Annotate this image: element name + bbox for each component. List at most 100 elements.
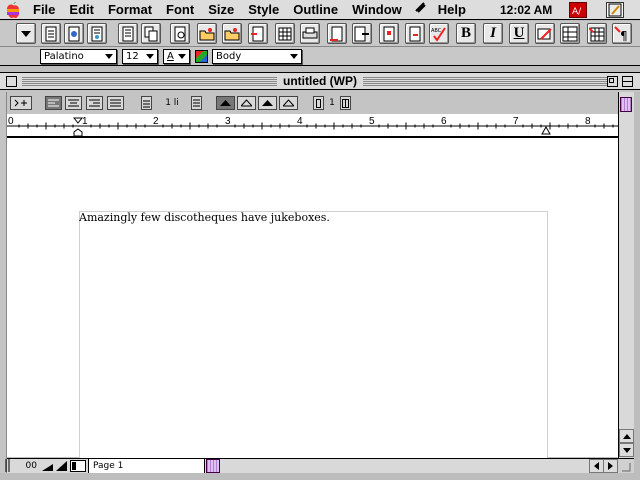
- space-below-button[interactable]: [279, 96, 298, 110]
- align-center-button[interactable]: [65, 96, 82, 110]
- insert-file-button[interactable]: [248, 23, 268, 44]
- window-title: untitled (WP): [277, 74, 363, 88]
- line-spacing-value: 1 li: [165, 98, 179, 108]
- scroll-right-icon[interactable]: [603, 459, 618, 473]
- horizontal-scroll-thumb[interactable]: [206, 459, 220, 473]
- window-bottom-frame: [0, 473, 640, 480]
- ruler[interactable]: 0 1 2 3 4 5 6 7 8: [7, 114, 618, 138]
- text-color-dropdown[interactable]: A: [163, 49, 190, 64]
- button-bar-menu-button[interactable]: [16, 23, 36, 44]
- space-before-button[interactable]: [216, 96, 235, 110]
- zoom-out-icon[interactable]: [41, 460, 54, 472]
- appleworks-app-icon[interactable]: A/: [569, 2, 587, 18]
- scroll-left-icon[interactable]: [589, 459, 604, 473]
- menu-style[interactable]: Style: [241, 0, 286, 20]
- notepad-icon[interactable]: [606, 2, 624, 18]
- font-value: Palatino: [44, 51, 84, 62]
- insert-footnote-button[interactable]: [405, 23, 425, 44]
- help-balloon-icon[interactable]: [409, 0, 431, 20]
- insert-table-button[interactable]: [560, 23, 580, 44]
- mail-button[interactable]: [327, 23, 347, 44]
- style-dropdown[interactable]: Body: [212, 49, 302, 64]
- menu-font[interactable]: Font: [159, 0, 201, 20]
- align-right-button[interactable]: [86, 96, 103, 110]
- print-preview-button[interactable]: [170, 23, 190, 44]
- menu-clock[interactable]: 12:02 AM: [500, 0, 552, 20]
- copy-button[interactable]: [141, 23, 161, 44]
- italic-button[interactable]: I: [483, 23, 503, 44]
- columns-increase-icon[interactable]: [340, 96, 351, 110]
- bold-button[interactable]: B: [456, 23, 476, 44]
- tab-stop-icon[interactable]: [10, 96, 32, 110]
- print-button[interactable]: [300, 23, 320, 44]
- spell-check-button[interactable]: ABC: [429, 23, 449, 44]
- font-dropdown[interactable]: Palatino: [40, 49, 117, 64]
- left-indent-marker-icon[interactable]: [73, 117, 84, 137]
- svg-text:ABC: ABC: [431, 28, 442, 34]
- insert-page-break-button[interactable]: [379, 23, 399, 44]
- columns-decrease-icon[interactable]: [313, 96, 324, 110]
- open-folder-button[interactable]: [197, 23, 217, 44]
- menu-size[interactable]: Size: [201, 0, 241, 20]
- zoom-level[interactable]: 00: [11, 459, 39, 473]
- insert-page-button[interactable]: [118, 23, 138, 44]
- svg-text:A/: A/: [572, 7, 582, 16]
- page-indicator[interactable]: Page 1: [88, 459, 205, 473]
- open-document-button[interactable]: [64, 23, 84, 44]
- ruler-mark-7: 7: [513, 116, 519, 127]
- ruler-tools-bar: 1 li 1: [7, 92, 618, 114]
- menu-bar: File Edit Format Font Size Style Outline…: [0, 0, 640, 20]
- paragraph-marks-button[interactable]: ¶: [612, 23, 632, 44]
- ruler-mark-3: 3: [225, 116, 231, 127]
- line-spacing-increase-icon[interactable]: [191, 96, 202, 110]
- size-dropdown[interactable]: 12: [122, 49, 158, 64]
- pane-view-icon[interactable]: [70, 460, 86, 472]
- save-document-button[interactable]: [87, 23, 107, 44]
- text-color-value: A: [167, 51, 174, 62]
- zoom-in-icon[interactable]: [55, 460, 68, 472]
- vertical-scrollbar[interactable]: [618, 92, 634, 458]
- underline-button[interactable]: U: [509, 23, 529, 44]
- window-title-bar[interactable]: untitled (WP): [0, 72, 640, 90]
- collapse-box-icon[interactable]: [622, 76, 633, 87]
- insert-spreadsheet-button[interactable]: [587, 23, 607, 44]
- vertical-scroll-thumb[interactable]: [620, 97, 632, 112]
- horizontal-scroll-track[interactable]: [205, 459, 603, 473]
- ruler-mark-8: 8: [585, 116, 591, 127]
- mail-merge-button[interactable]: [352, 23, 372, 44]
- button-bar: ABC B I U ¶: [0, 21, 640, 47]
- apple-icon[interactable]: [0, 1, 26, 19]
- size-value: 12: [126, 51, 139, 62]
- document-text[interactable]: Amazingly few discotheques have jukeboxe…: [79, 211, 330, 224]
- zoom-box-icon[interactable]: [607, 76, 618, 87]
- split-handle-icon[interactable]: [2, 458, 12, 473]
- menu-edit[interactable]: Edit: [62, 0, 101, 20]
- ruler-ticks: [7, 122, 618, 130]
- ruler-mark-2: 2: [153, 116, 159, 127]
- line-spacing-decrease-icon[interactable]: [141, 96, 152, 110]
- color-palette-icon[interactable]: [195, 50, 208, 63]
- table-button[interactable]: [275, 23, 295, 44]
- menu-format[interactable]: Format: [101, 0, 159, 20]
- space-above-button[interactable]: [258, 96, 277, 110]
- svg-text:¶: ¶: [620, 29, 628, 42]
- scroll-up-icon[interactable]: [619, 429, 634, 443]
- menu-file[interactable]: File: [26, 0, 62, 20]
- resize-grip-icon[interactable]: [618, 459, 634, 473]
- align-left-button[interactable]: [45, 96, 62, 110]
- justify-button[interactable]: [107, 96, 124, 110]
- menu-window[interactable]: Window: [345, 0, 409, 20]
- scroll-down-icon[interactable]: [619, 443, 634, 457]
- menu-help[interactable]: Help: [431, 0, 473, 20]
- ruler-mark-6: 6: [441, 116, 447, 127]
- new-document-button[interactable]: [41, 23, 61, 44]
- right-indent-marker-icon[interactable]: [541, 126, 552, 135]
- thesaurus-button[interactable]: [535, 23, 555, 44]
- format-bar: Palatino 12 A Body: [0, 47, 640, 66]
- columns-value: 1: [329, 98, 335, 108]
- ruler-mark-0: 0: [8, 116, 14, 127]
- space-after-button[interactable]: [237, 96, 256, 110]
- window-left-frame: [0, 92, 7, 473]
- menu-outline[interactable]: Outline: [286, 0, 345, 20]
- new-folder-button[interactable]: [222, 23, 242, 44]
